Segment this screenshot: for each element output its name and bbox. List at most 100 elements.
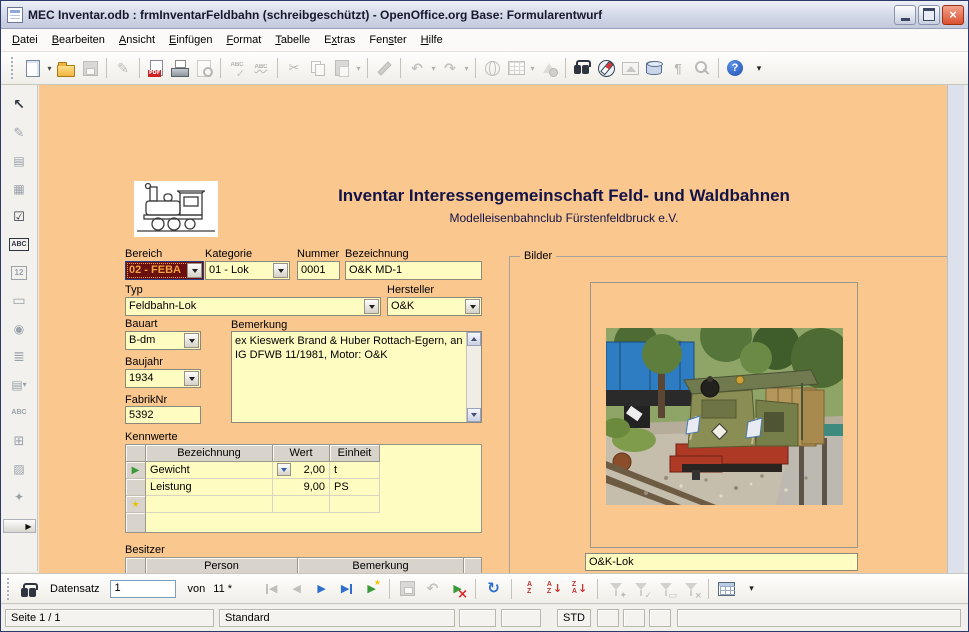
menu-fenster[interactable]: Fenster (362, 31, 413, 49)
toolbar-options-icon[interactable] (747, 56, 771, 80)
auto-filter-badge: ✦ (620, 592, 628, 601)
redo-dropdown-arrow: ▾ (462, 64, 471, 73)
hersteller-dropdown-button[interactable] (465, 299, 480, 314)
label-field-icon (5, 401, 33, 424)
scroll-down-button[interactable] (467, 408, 481, 422)
status-cell (623, 609, 645, 627)
toolbar-grip[interactable] (7, 578, 11, 600)
bereich-value: 02 - FEBA (129, 264, 181, 276)
find-record-icon[interactable] (17, 579, 40, 599)
record-number-input[interactable]: 1 (110, 580, 176, 598)
data-sources-icon[interactable] (642, 56, 666, 80)
table-cell[interactable]: t (330, 462, 380, 479)
navigator-icon[interactable] (594, 56, 618, 80)
menu-tabelle[interactable]: Tabelle (268, 31, 317, 49)
refresh-icon[interactable] (482, 579, 505, 599)
baujahr-combobox[interactable]: 1934 (125, 369, 201, 388)
besitzer-col-person[interactable]: Person (146, 558, 298, 573)
kennwerte-col-einheit[interactable]: Einheit (330, 445, 380, 462)
checkbox-icon[interactable] (5, 205, 33, 228)
scroll-up-button[interactable] (467, 332, 481, 346)
push-button-icon (5, 289, 33, 312)
toolbar-separator (106, 58, 107, 78)
form-filter-icon: ▭ (654, 579, 677, 599)
nummer-field[interactable]: 0001 (297, 261, 340, 280)
kennwerte-col-wert[interactable]: Wert (273, 445, 330, 462)
sort-icon[interactable] (518, 579, 541, 599)
table-cell[interactable]: Gewicht (146, 462, 273, 479)
new-document-dropdown-arrow[interactable]: ▾ (45, 64, 54, 73)
more-controls-icon (5, 429, 33, 452)
new-record-icon[interactable] (360, 579, 383, 599)
bereich-dropdown-button[interactable] (187, 263, 202, 278)
export-pdf-icon[interactable] (144, 56, 168, 80)
typ-value: Feldbahn-Lok (129, 300, 196, 312)
bemerkung-textarea[interactable]: ex Kieswerk Brand & Huber Rottach-Egern,… (231, 331, 482, 423)
bauart-combobox[interactable]: B-dm (125, 331, 201, 350)
find-replace-icon[interactable] (570, 56, 594, 80)
bemerkung-scrollbar[interactable] (466, 332, 481, 422)
spellcheck-icon (225, 56, 249, 80)
typ-combobox[interactable]: Feldbahn-Lok (125, 297, 381, 316)
toolbar-options-icon[interactable] (740, 579, 763, 599)
data-to-table-icon[interactable] (715, 579, 738, 599)
table-cell[interactable]: Leistung (146, 479, 273, 496)
table-cell[interactable]: 2,00 (273, 462, 330, 479)
fabriknr-field[interactable]: 5392 (125, 406, 201, 424)
sort-descending-icon[interactable] (568, 579, 591, 599)
format-paintbrush-icon (372, 56, 396, 80)
menu-bearbeiten[interactable]: Bearbeiten (45, 31, 112, 49)
last-record-icon[interactable] (335, 579, 358, 599)
minimize-button[interactable] (894, 5, 916, 25)
maximize-button[interactable] (918, 5, 940, 25)
menu-ansicht[interactable]: Ansicht (112, 31, 162, 49)
table-cell[interactable]: 9,00 (273, 479, 330, 496)
hersteller-combobox[interactable]: O&K (387, 297, 482, 316)
besitzer-corner-header (126, 558, 146, 573)
menu-datei[interactable]: Datei (5, 31, 45, 49)
menu-hilfe[interactable]: Hilfe (414, 31, 450, 49)
row-selector[interactable]: ▶ (126, 462, 146, 479)
toolbar-grip[interactable] (11, 57, 15, 79)
menu-einfgen[interactable]: Einfügen (162, 31, 219, 49)
print-icon[interactable] (168, 56, 192, 80)
next-record-icon[interactable] (310, 579, 333, 599)
delete-record-icon[interactable] (446, 579, 469, 599)
form-navigation-toolbar: Datensatz 1 von 11 * ✦✓▭× (1, 573, 968, 604)
table-cell[interactable] (330, 496, 380, 513)
menu-bar: DateiBearbeitenAnsichtEinfügenFormatTabe… (1, 29, 968, 52)
kategorie-dropdown-button[interactable] (273, 263, 288, 278)
bereich-combobox[interactable]: 02 - FEBA (125, 261, 204, 280)
sort-ascending-icon[interactable] (543, 579, 566, 599)
baujahr-dropdown-button[interactable] (184, 371, 199, 386)
toolbar-separator (220, 58, 221, 78)
kategorie-combobox[interactable]: 01 - Lok (205, 261, 290, 280)
save-record-icon (396, 579, 419, 599)
help-icon[interactable] (723, 56, 747, 80)
table-cell[interactable] (273, 496, 330, 513)
select-icon[interactable] (5, 93, 33, 116)
text-box-icon[interactable] (5, 233, 33, 256)
vertical-scrollbar[interactable] (947, 85, 964, 573)
von-label: von (188, 583, 206, 595)
besitzer-col-bemerkung[interactable]: Bemerkung (298, 558, 464, 573)
close-button[interactable]: × (942, 5, 964, 25)
table-cell[interactable]: PS (330, 479, 380, 496)
row-selector[interactable] (126, 479, 146, 496)
typ-dropdown-button[interactable] (364, 299, 379, 314)
row-selector[interactable] (126, 513, 146, 532)
bezeichnung-field[interactable]: O&K MD-1 (345, 261, 482, 280)
bauart-dropdown-button[interactable] (184, 333, 199, 348)
new-document-icon[interactable] (21, 56, 45, 80)
row-selector[interactable]: ★ (126, 496, 146, 513)
bezeichnung-label: Bezeichnung (345, 248, 409, 260)
toolbox-more-button[interactable]: ▶ (3, 519, 36, 533)
menu-format[interactable]: Format (219, 31, 268, 49)
kennwerte-col-bezeichnung[interactable]: Bezeichnung (146, 445, 273, 462)
menu-extras[interactable]: Extras (317, 31, 362, 49)
open-icon[interactable] (54, 56, 78, 80)
status-cell (459, 609, 496, 627)
save-icon (78, 56, 102, 80)
image-caption-field[interactable]: O&K-Lok (585, 553, 858, 571)
table-cell[interactable] (146, 496, 273, 513)
